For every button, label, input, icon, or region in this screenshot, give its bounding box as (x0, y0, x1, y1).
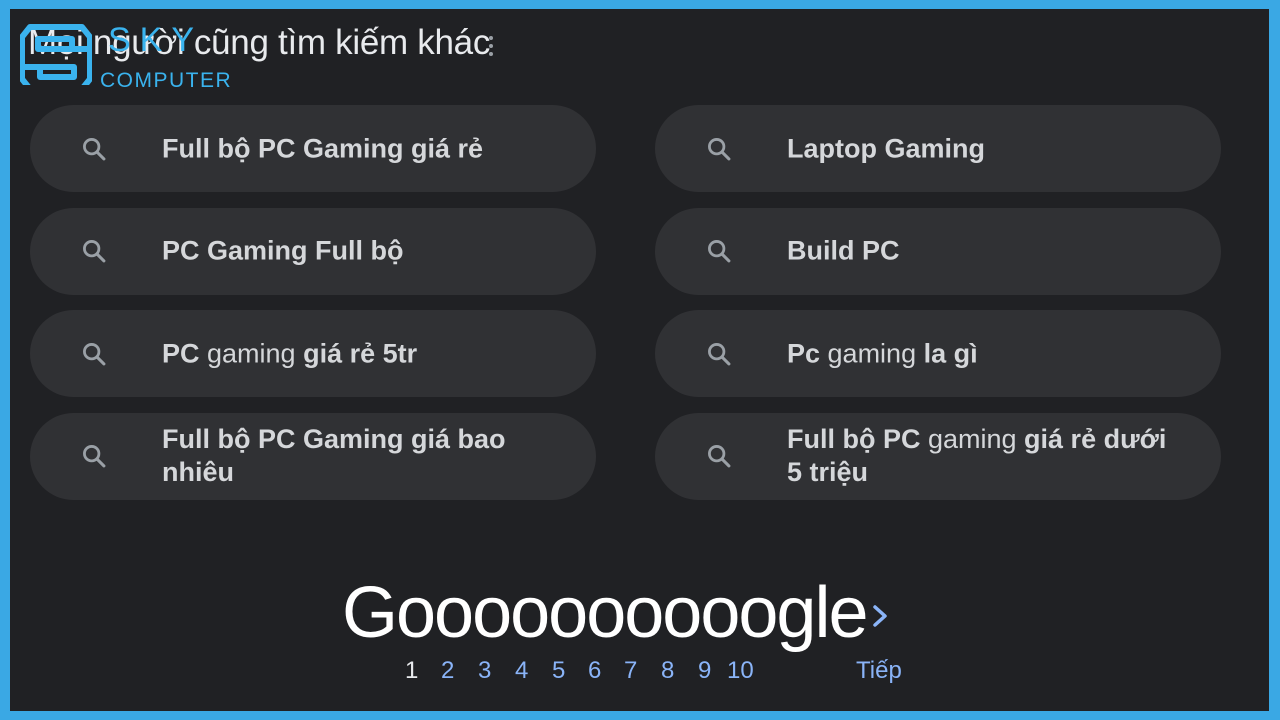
related-search-text: PC (162, 338, 200, 368)
related-search-text: Full bộ PC (787, 424, 921, 454)
page-number-9[interactable]: 9 (698, 659, 711, 683)
related-search-text: giá rẻ 5tr (303, 338, 418, 368)
related-search-label: PC Gaming Full bộ (162, 235, 556, 268)
sky-logo-mark (20, 24, 92, 85)
related-search-label: Full bộ PC Gaming giá bao nhiêu (162, 423, 556, 489)
related-search-text: Full bộ PC Gaming giá rẻ (162, 133, 484, 163)
related-search-chip[interactable]: Full bộ PC Gaming giá bao nhiêu (30, 412, 596, 500)
search-icon (705, 442, 733, 470)
related-search-label: Full bộ PC gaming giá rẻ dưới 5 triệu (787, 423, 1181, 489)
related-search-label: Laptop Gaming (787, 132, 1181, 165)
search-icon (80, 237, 108, 265)
page-number-7[interactable]: 7 (624, 659, 637, 683)
search-results-frame: Mọi người cũng tìm kiếm khác SKY COMPUTE… (10, 9, 1269, 711)
page-number-6[interactable]: 6 (588, 659, 601, 683)
chevron-right-icon[interactable] (866, 599, 894, 633)
search-icon (80, 442, 108, 470)
related-search-text: gaming (820, 338, 924, 368)
related-search-chip[interactable]: Full bộ PC gaming giá rẻ dưới 5 triệu (655, 412, 1221, 500)
watermark-brand: SKY (108, 21, 204, 59)
related-search-text: la gì (923, 338, 978, 368)
related-search-label: PC gaming giá rẻ 5tr (162, 337, 556, 370)
related-search-chip[interactable]: Full bộ PC Gaming giá rẻ (30, 105, 596, 192)
related-search-chip[interactable]: PC Gaming Full bộ (30, 207, 596, 295)
watermark-subtitle: COMPUTER (100, 69, 233, 92)
page-number-8[interactable]: 8 (661, 659, 674, 683)
related-search-chip[interactable]: Build PC (655, 207, 1221, 295)
related-search-chip[interactable]: PC gaming giá rẻ 5tr (30, 310, 596, 397)
page-number-5[interactable]: 5 (552, 659, 565, 683)
search-icon (705, 340, 733, 368)
next-page-link[interactable]: Tiếp (856, 659, 902, 683)
related-search-chip[interactable]: Laptop Gaming (655, 105, 1221, 192)
search-icon (80, 340, 108, 368)
search-icon (705, 237, 733, 265)
search-icon (705, 135, 733, 163)
related-search-text: Laptop Gaming (787, 133, 985, 163)
search-icon (80, 135, 108, 163)
page-number-10[interactable]: 10 (727, 659, 754, 683)
sky-computer-watermark: SKY COMPUTER (20, 17, 250, 97)
related-search-text: Full bộ PC Gaming giá bao nhiêu (162, 424, 506, 487)
related-search-label: Build PC (787, 235, 1181, 268)
google-pagination-logo: Goooooooooogle (342, 573, 869, 653)
related-search-text: Pc (787, 338, 821, 368)
page-number-4[interactable]: 4 (515, 659, 528, 683)
related-search-chip[interactable]: Pc gaming la gì (655, 310, 1221, 397)
page-number-2[interactable]: 2 (441, 659, 454, 683)
page-number-1: 1 (405, 657, 419, 684)
related-search-text: PC Gaming Full bộ (162, 235, 404, 266)
related-search-label: Pc gaming la gì (787, 337, 1181, 370)
page-number-3[interactable]: 3 (478, 659, 491, 683)
related-search-text: Build PC (787, 235, 900, 266)
related-search-text: gaming (920, 424, 1025, 454)
related-search-text: gaming (199, 338, 304, 368)
related-search-label: Full bộ PC Gaming giá rẻ (162, 132, 556, 165)
more-vert-icon[interactable] (478, 31, 504, 61)
